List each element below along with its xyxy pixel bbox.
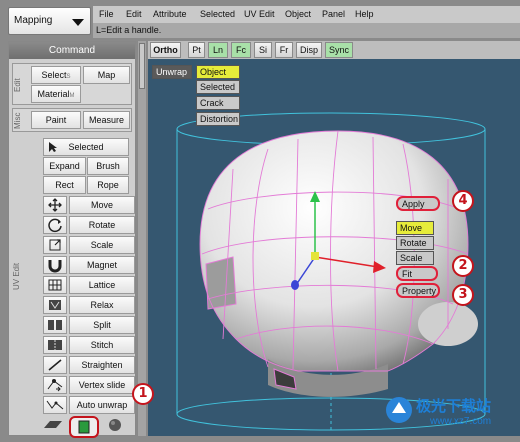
unwrap-distortion-button[interactable]: Distortion: [196, 112, 240, 126]
callout-1: 1: [132, 383, 154, 405]
plane-shape-icon[interactable]: [42, 418, 64, 430]
split-icon[interactable]: [43, 316, 67, 334]
straighten-tool-button[interactable]: Straighten: [69, 356, 135, 374]
measure-button[interactable]: Measure: [83, 111, 130, 129]
panel-scroll-thumb[interactable]: [139, 43, 145, 89]
edit-section: Edit SelectS Map MaterialM: [12, 63, 132, 105]
scale-tool-button[interactable]: Scale: [69, 236, 135, 254]
menu-object[interactable]: Object: [285, 9, 311, 19]
sphere-map-icon[interactable]: [107, 417, 123, 433]
lattice-icon[interactable]: [43, 276, 67, 294]
menu-edit[interactable]: Edit: [126, 9, 142, 19]
mode-dropdown-label: Mapping: [14, 15, 53, 26]
menu-attribute[interactable]: Attribute: [153, 9, 187, 19]
rotate-icon[interactable]: [43, 216, 67, 234]
material-button[interactable]: MaterialM: [31, 85, 81, 103]
command-panel-title: Command: [9, 42, 135, 59]
uv-edit-section-label: UV Edit: [12, 262, 21, 290]
3d-viewport[interactable]: Unwrap Object Selected Crack Distortion …: [148, 59, 520, 436]
brush-button[interactable]: Brush: [87, 157, 129, 175]
rope-button[interactable]: Rope: [87, 176, 129, 194]
edit-section-label: Edit: [13, 78, 22, 92]
watermark-url: www.xz7.com: [430, 416, 492, 427]
split-tool-button[interactable]: Split: [69, 316, 135, 334]
view-toolbar: Ortho Pt Ln Fc Si Fr Disp Sync: [148, 41, 520, 59]
mapping-mode-toggle[interactable]: [69, 416, 99, 438]
rotate-tool-button[interactable]: Rotate: [69, 216, 135, 234]
chevron-down-icon[interactable]: [72, 19, 84, 26]
selected-tool-label: Selected: [68, 142, 104, 152]
select-shortcut: S: [66, 74, 71, 80]
rotate-mode-button[interactable]: Rotate: [396, 236, 434, 250]
menu-help[interactable]: Help: [355, 9, 374, 19]
vertex-slide-tool-button[interactable]: Vertex slide: [69, 376, 135, 394]
watermark-title: 极光下载站: [416, 397, 492, 415]
menu-selected[interactable]: Selected: [200, 9, 235, 19]
cursor-icon: [49, 142, 57, 152]
move-tool-button[interactable]: Move: [69, 196, 135, 214]
sync-button[interactable]: Sync: [325, 42, 353, 58]
scale-mode-button[interactable]: Scale: [396, 251, 434, 265]
selected-tool-button[interactable]: Selected: [43, 138, 129, 156]
ortho-button[interactable]: Ortho: [150, 42, 181, 58]
disp-button[interactable]: Disp: [296, 42, 322, 58]
menu-uv-edit[interactable]: UV Edit: [244, 9, 275, 19]
paint-button[interactable]: Paint: [31, 111, 81, 129]
lattice-tool-button[interactable]: Lattice: [69, 276, 135, 294]
menu-file[interactable]: File: [99, 9, 114, 19]
move-icon[interactable]: [43, 196, 67, 214]
command-panel: Command Edit SelectS Map MaterialM Misc …: [8, 41, 136, 438]
status-hint: L=Edit a handle.: [93, 23, 520, 38]
uv-edit-section: UV Edit Selected Expand Brush Rect Rope …: [12, 136, 135, 438]
misc-section-label: Misc: [13, 112, 22, 130]
map-button[interactable]: Map: [83, 66, 130, 84]
stitch-tool-button[interactable]: Stitch: [69, 336, 135, 354]
relax-icon[interactable]: [43, 296, 67, 314]
fr-button[interactable]: Fr: [275, 42, 293, 58]
rect-button[interactable]: Rect: [43, 176, 86, 194]
callout-2: 2: [452, 255, 474, 277]
stitch-icon[interactable]: [43, 336, 67, 354]
unwrap-crack-button[interactable]: Crack: [196, 96, 240, 110]
auto-unwrap-tool-button[interactable]: Auto unwrap: [69, 396, 135, 414]
watermark-logo: [386, 397, 412, 423]
material-shortcut: M: [69, 93, 75, 99]
callout-4: 4: [452, 190, 474, 212]
cylinder-map-icon: [78, 420, 90, 434]
si-button[interactable]: Si: [254, 42, 272, 58]
misc-section: Misc Paint Measure: [12, 108, 132, 132]
site-watermark: 极光下载站 www.xz7.com: [384, 389, 520, 442]
straighten-icon[interactable]: [43, 356, 67, 374]
face-button[interactable]: Fc: [231, 42, 251, 58]
expand-button[interactable]: Expand: [43, 157, 86, 175]
select-button-label: Select: [41, 70, 67, 80]
magnet-icon[interactable]: [43, 256, 67, 274]
property-button[interactable]: Property: [396, 283, 440, 298]
mode-dropdown[interactable]: Mapping: [8, 7, 91, 35]
line-button[interactable]: Ln: [208, 42, 228, 58]
select-button[interactable]: SelectS: [31, 66, 81, 84]
menu-bar: File Edit Attribute Selected UV Edit Obj…: [93, 6, 520, 23]
fit-button[interactable]: Fit: [396, 266, 438, 281]
unwrap-selected-button[interactable]: Selected: [196, 80, 240, 94]
magnet-tool-button[interactable]: Magnet: [69, 256, 135, 274]
scale-icon[interactable]: [43, 236, 67, 254]
unwrap-object-button[interactable]: Object: [196, 65, 240, 79]
menu-panel[interactable]: Panel: [322, 9, 345, 19]
callout-3: 3: [452, 284, 474, 306]
point-button[interactable]: Pt: [188, 42, 205, 58]
auto-unwrap-icon[interactable]: [43, 396, 67, 414]
unwrap-label: Unwrap: [152, 65, 192, 79]
vertex-slide-icon[interactable]: [43, 376, 67, 394]
apply-button[interactable]: Apply: [396, 196, 440, 211]
move-mode-button[interactable]: Move: [396, 221, 434, 235]
material-button-label: Material: [37, 89, 70, 99]
panel-scrollbar[interactable]: [137, 41, 146, 436]
relax-tool-button[interactable]: Relax: [69, 296, 135, 314]
